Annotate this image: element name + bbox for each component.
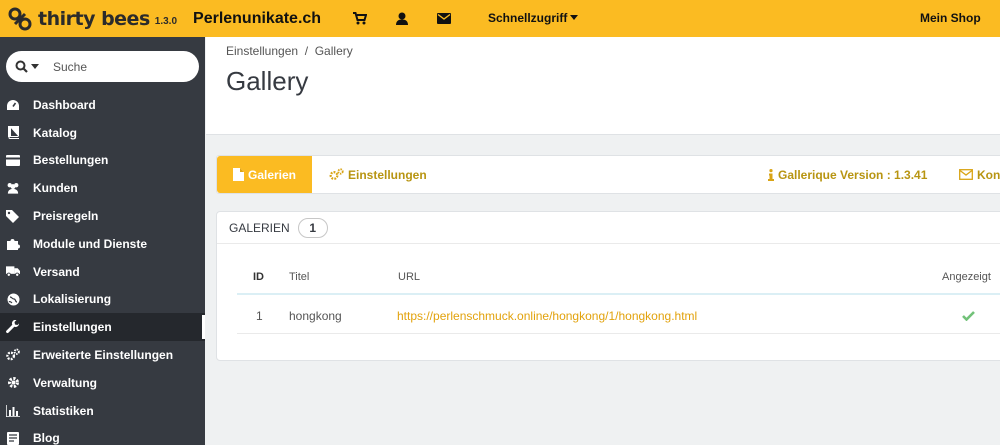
credit-card-icon [6,153,20,167]
cogs-icon [6,348,20,362]
sidebar-nav: Dashboard Katalog Bestellungen Kunden Pr… [0,91,205,445]
sidebar-item-preisregeln[interactable]: Preisregeln [0,202,205,230]
sidebar-item-kunden[interactable]: Kunden [0,174,205,202]
envelope-icon [959,169,973,180]
sidebar-item-label: Erweiterte Einstellungen [33,348,174,363]
column-header-id[interactable]: ID [253,271,264,283]
envelope-icon[interactable] [423,13,465,24]
search-box[interactable]: Suche [6,51,199,82]
document-icon [6,431,20,445]
page-title: Gallery [226,66,309,96]
sidebar-item-dashboard[interactable]: Dashboard [0,91,205,119]
sidebar-item-erweiterte-einstellungen[interactable]: Erweiterte Einstellungen [0,341,205,369]
tab-galerien[interactable]: Galerien [217,156,312,193]
thirty-bees-logo-icon [8,7,32,31]
dashboard-icon [6,98,20,112]
tab-label: Kon [977,167,1000,182]
sidebar-item-label: Dashboard [33,97,96,112]
bar-chart-icon [6,404,20,418]
module-tabs: Galerien Einstellungen Gallerique Versio… [216,155,1000,194]
sidebar-item-module-und-dienste[interactable]: Module und Dienste [0,230,205,258]
cell-url-link[interactable]: https://perlenschmuck.online/hongkong/1/… [397,309,697,323]
cart-icon[interactable] [339,12,381,25]
page-header: Einstellungen / Gallery Gallery [206,37,1000,135]
count-badge: 1 [297,217,328,238]
sidebar-item-label: Bestellungen [33,153,109,168]
column-header-titel[interactable]: Titel [289,271,309,283]
breadcrumb[interactable]: Einstellungen / Gallery [226,44,353,58]
sidebar-item-versand[interactable]: Versand [0,258,205,286]
table-row-divider [237,333,1000,334]
search-icon[interactable] [15,60,39,73]
sidebar-item-statistiken[interactable]: Statistiken [0,397,205,425]
sidebar-item-label: Einstellungen [33,320,112,335]
quick-access-label: Schnellzugriff [488,11,568,25]
sidebar-item-label: Kunden [33,181,78,196]
sidebar-item-label: Module und Dienste [33,236,147,251]
book-icon [6,126,20,140]
tab-label: Einstellungen [348,167,427,182]
sidebar-item-label: Versand [33,264,80,279]
search-input[interactable]: Suche [53,60,87,74]
users-icon [6,181,20,195]
globe-icon [6,292,20,306]
caret-down-icon [570,15,579,20]
panel-title: GALERIEN [229,220,290,235]
sidebar-item-blog[interactable]: Blog [0,425,205,445]
version-info: Gallerique Version : 1.3.41 [768,156,927,193]
sidebar: Suche Dashboard Katalog Bestellungen Kun… [0,37,205,445]
puzzle-icon [6,237,20,251]
table-header-divider [237,293,1000,295]
sidebar-item-lokalisierung[interactable]: Lokalisierung [0,286,205,314]
version-label: Gallerique Version : 1.3.41 [778,167,928,182]
tags-icon [6,209,20,223]
brand-version: 1.3.0 [154,15,178,27]
sidebar-item-label: Lokalisierung [33,292,112,307]
panel-heading: GALERIEN 1 [217,212,1000,244]
brand[interactable]: thirty bees 1.3.0 [8,7,177,31]
cogs-icon [329,168,344,180]
truck-icon [6,265,20,279]
caret-down-icon [31,64,39,69]
sidebar-item-label: Verwaltung [33,375,98,390]
tab-kontakt[interactable]: Kon [959,156,1000,193]
sidebar-item-bestellungen[interactable]: Bestellungen [0,147,205,175]
tab-einstellungen[interactable]: Einstellungen [329,156,427,193]
quick-access-dropdown[interactable]: Schnellzugriff [488,11,579,25]
sidebar-item-label: Katalog [33,125,78,140]
sidebar-item-label: Preisregeln [33,209,99,224]
sidebar-item-katalog[interactable]: Katalog [0,119,205,147]
column-header-url[interactable]: URL [398,271,420,283]
cell-title: hongkong [289,309,342,323]
check-icon[interactable] [962,310,975,324]
my-shop-link[interactable]: Mein Shop [920,11,981,25]
wrench-icon [6,320,20,334]
user-icon[interactable] [381,12,423,25]
file-icon [232,168,244,181]
shop-name-link[interactable]: Perlenunikate.ch [193,10,321,28]
sidebar-item-verwaltung[interactable]: Verwaltung [0,369,205,397]
sidebar-item-label: Blog [33,431,60,445]
galleries-panel: GALERIEN 1 ID Titel URL Angezeigt 1 hong… [216,211,1000,361]
column-header-angezeigt[interactable]: Angezeigt [942,271,991,283]
top-bar: thirty bees 1.3.0 Perlenunikate.ch Schne… [0,0,1000,37]
cell-id: 1 [256,309,263,323]
brand-name: thirty bees [38,7,150,30]
info-icon [768,168,774,181]
cog-icon [6,376,20,390]
tab-label: Galerien [247,167,297,182]
sidebar-item-einstellungen[interactable]: Einstellungen [0,313,205,342]
sidebar-item-label: Statistiken [33,403,94,418]
